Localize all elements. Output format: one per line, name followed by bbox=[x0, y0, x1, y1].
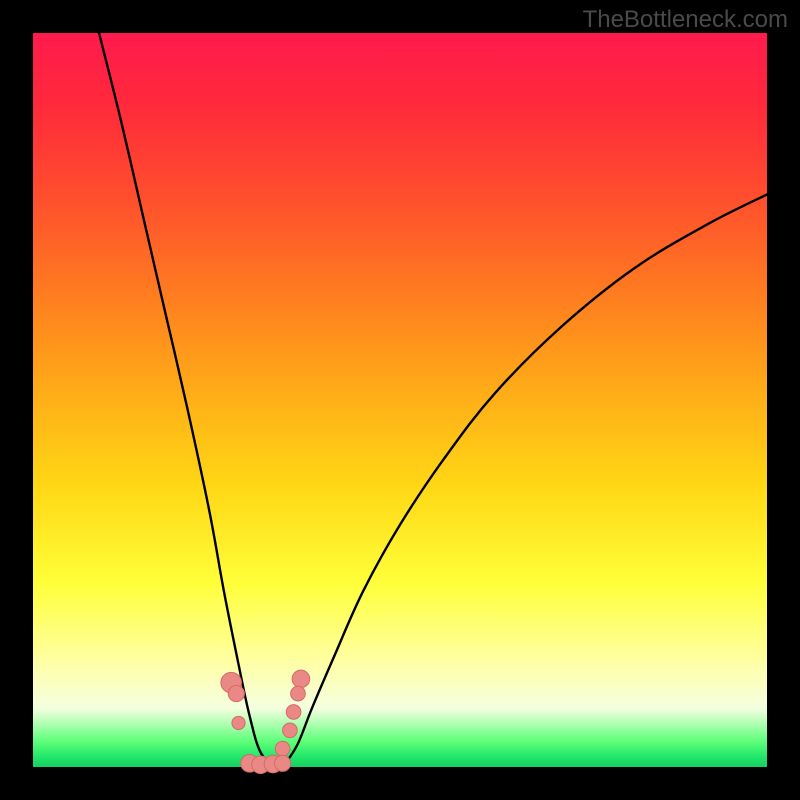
attribution-watermark: TheBottleneck.com bbox=[583, 6, 788, 34]
curve-layer bbox=[33, 33, 767, 767]
outer-frame: TheBottleneck.com bbox=[0, 0, 800, 800]
data-marker bbox=[292, 670, 310, 688]
data-marker bbox=[283, 723, 298, 738]
data-marker bbox=[228, 686, 244, 702]
data-marker bbox=[275, 741, 290, 756]
curve-left-branch bbox=[99, 33, 275, 767]
data-marker bbox=[232, 716, 245, 729]
data-marker bbox=[274, 755, 290, 771]
data-marker bbox=[291, 686, 306, 701]
data-marker bbox=[286, 705, 301, 720]
curve-right-branch bbox=[283, 194, 767, 767]
